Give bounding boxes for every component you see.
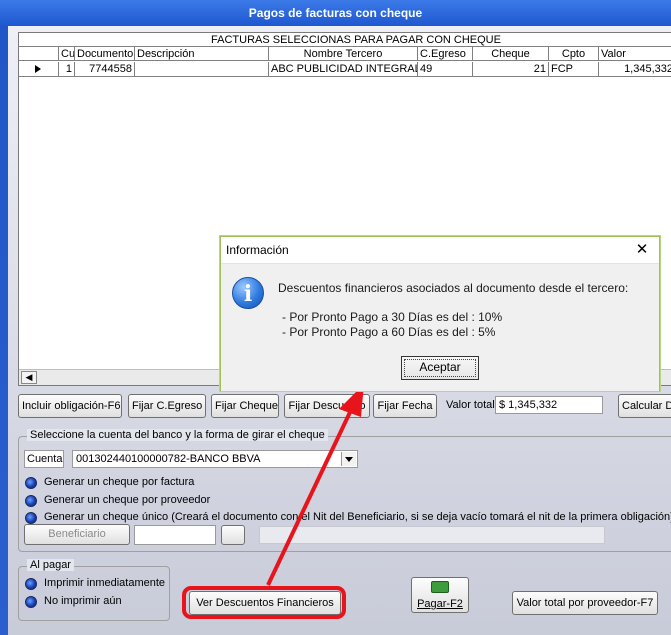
cuenta-value: 001302440100000782-BANCO BBVA <box>76 453 261 465</box>
col-header-nombre-tercero[interactable]: Nombre Tercero <box>268 47 417 60</box>
scroll-left-icon[interactable]: ◀ <box>21 371 37 384</box>
cuenta-select[interactable]: 001302440100000782-BANCO BBVA <box>72 450 358 468</box>
cell-nombre-tercero[interactable]: ABC PUBLICIDAD INTEGRAL <box>268 62 417 76</box>
beneficiario-input[interactable] <box>134 525 216 545</box>
col-header-cpto[interactable]: Cpto <box>548 47 598 60</box>
radio-label-imprimir-inmediatamente[interactable]: Imprimir inmediatamente <box>44 577 165 589</box>
chevron-down-icon[interactable] <box>341 452 356 466</box>
beneficiario-button[interactable]: Beneficiario <box>24 524 130 545</box>
cell-c-egreso[interactable]: 49 <box>417 62 472 76</box>
dialog-message: Descuentos financieros asociados al docu… <box>278 281 629 295</box>
row-indicator <box>19 62 58 76</box>
bank-group-title: Seleccione la cuenta del banco y la form… <box>27 429 328 441</box>
radio-label-no-imprimir[interactable]: No imprimir aún <box>44 595 122 607</box>
info-icon: i <box>232 277 264 309</box>
dialog-title: Información <box>221 237 659 263</box>
aceptar-button[interactable]: Aceptar <box>401 356 479 380</box>
valor-total-label: Valor total <box>446 399 495 411</box>
pagar-label: Pagar-F2 <box>417 598 463 610</box>
col-header-cheque[interactable]: Cheque <box>472 47 548 60</box>
dialog-line-30-dias: - Por Pronto Pago a 30 Días es del : 10% <box>282 310 503 324</box>
radio-cheque-unico[interactable] <box>25 512 37 524</box>
grid-header-row: Cu Documento Descripción Nombre Tercero … <box>19 47 671 61</box>
radio-label-cheque-por-factura[interactable]: Generar un cheque por factura <box>44 476 194 488</box>
radio-label-cheque-por-proveedor[interactable]: Generar un cheque por proveedor <box>44 494 210 506</box>
radio-cheque-por-factura[interactable] <box>25 477 37 489</box>
cuenta-label: Cuenta <box>24 450 64 468</box>
beneficiario-name-field <box>259 526 605 544</box>
radio-no-imprimir[interactable] <box>25 596 37 608</box>
cell-cu[interactable]: 1 <box>58 62 74 76</box>
fijar-fecha-button[interactable]: Fijar Fecha <box>373 394 437 418</box>
cell-documento[interactable]: 7744558 <box>74 62 134 76</box>
table-row[interactable]: 1 7744558 ABC PUBLICIDAD INTEGRAL 49 21 … <box>19 62 671 77</box>
information-dialog: Información ✕ i Descuentos financieros a… <box>220 236 660 391</box>
cell-cheque[interactable]: 21 <box>472 62 548 76</box>
cell-valor[interactable]: 1,345,332 <box>598 62 671 76</box>
incluir-obligacion-button[interactable]: Incluir obligación-F6 <box>18 394 122 418</box>
grid-caption: FACTURAS SELECCIONAS PARA PAGAR CON CHEQ… <box>19 33 671 47</box>
window-title: Pagos de facturas con cheque <box>0 0 671 26</box>
col-header-cu[interactable]: Cu <box>58 47 74 60</box>
fijar-cheque-button[interactable]: Fijar Cheque <box>211 394 279 418</box>
radio-label-cheque-unico[interactable]: Generar un cheque único (Creará el docum… <box>44 511 671 523</box>
calcular-button[interactable]: Calcular D <box>618 394 671 418</box>
al-pagar-title: Al pagar <box>27 559 74 571</box>
col-header-valor[interactable]: Valor <box>598 47 671 60</box>
money-icon <box>431 581 449 593</box>
radio-imprimir-inmediatamente[interactable] <box>25 578 37 590</box>
radio-cheque-por-proveedor[interactable] <box>25 495 37 507</box>
fijar-egreso-button[interactable]: Fijar C.Egreso <box>128 394 206 418</box>
annotation-highlight-box <box>182 586 346 619</box>
col-header-descripcion[interactable]: Descripción <box>134 47 268 60</box>
dialog-body: i Descuentos financieros asociados al do… <box>221 263 659 391</box>
pagar-button[interactable]: Pagar-F2 <box>411 577 469 613</box>
beneficiario-lookup-button[interactable] <box>221 525 245 545</box>
row-pointer-icon <box>35 65 41 73</box>
valor-total-field: $ 1,345,332 <box>495 396 603 414</box>
col-header-c-egreso[interactable]: C.Egreso <box>417 47 472 60</box>
col-header-documento[interactable]: Documento <box>74 47 134 60</box>
al-pagar-group: Al pagar <box>18 559 170 621</box>
cell-cpto[interactable]: FCP <box>548 62 598 76</box>
valor-total-proveedor-button[interactable]: Valor total por proveedor-F7 <box>512 591 658 615</box>
dialog-line-60-dias: - Por Pronto Pago a 60 Días es del : 5% <box>282 325 496 339</box>
close-icon[interactable]: ✕ <box>633 241 651 259</box>
cell-descripcion[interactable] <box>134 62 268 76</box>
fijar-descuento-button[interactable]: Fijar Descuento <box>284 394 370 418</box>
